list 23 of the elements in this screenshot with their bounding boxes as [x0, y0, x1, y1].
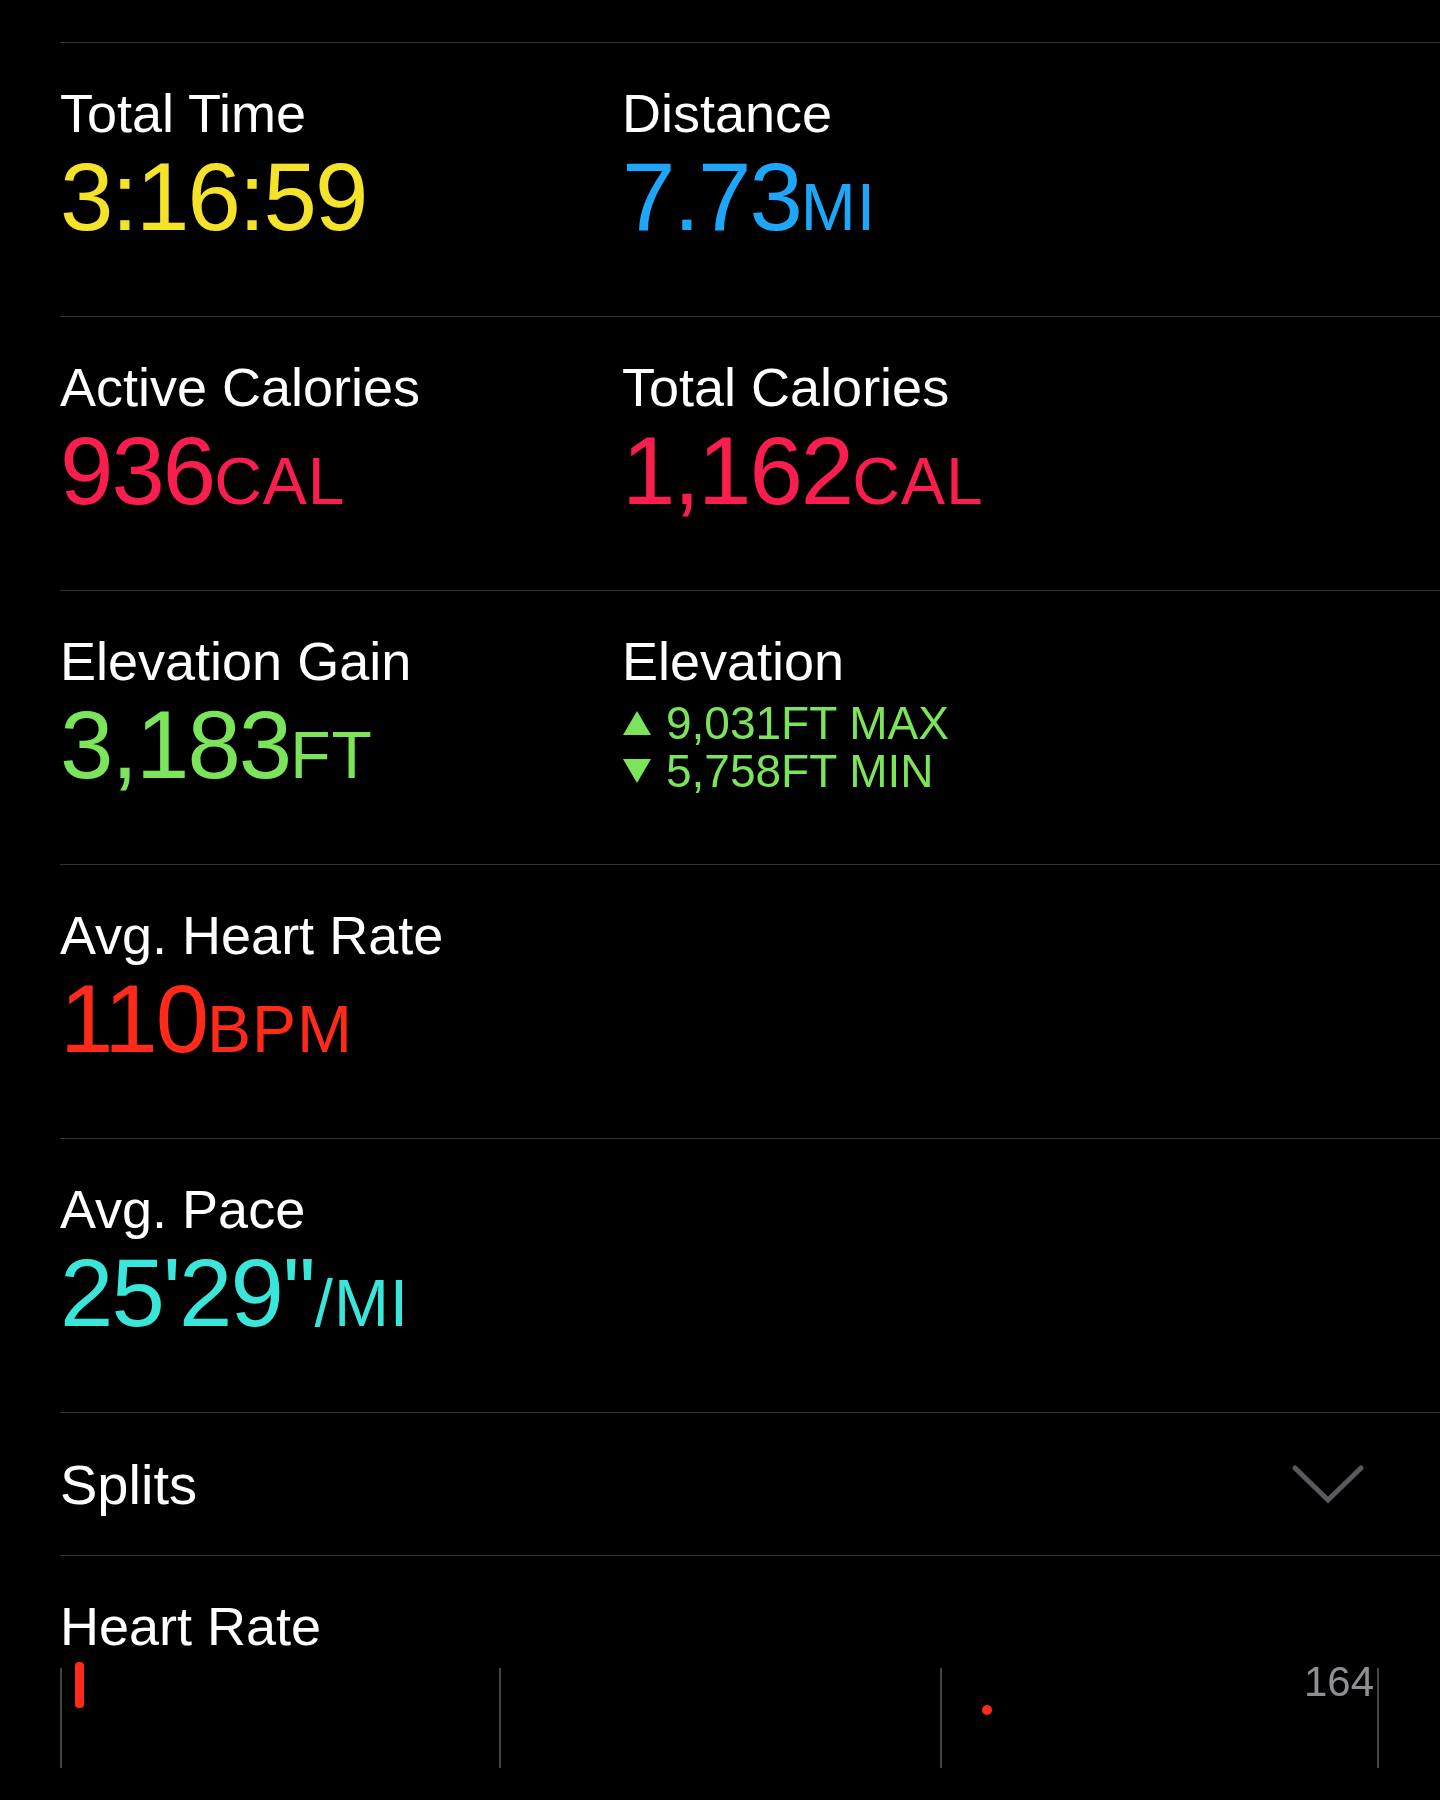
- chart-title: Heart Rate: [60, 1595, 323, 1658]
- metric-label: Total Calories: [622, 356, 950, 419]
- metric-label: Active Calories: [60, 356, 421, 419]
- metric-value: 110BPM: [60, 967, 354, 1074]
- elevation-reading: 5,758FT MIN: [666, 747, 934, 795]
- metric-value: 3:16:59: [60, 145, 367, 249]
- metric-label: Elevation: [622, 630, 845, 693]
- elevation-reading: 9,031FT MAX: [666, 699, 949, 747]
- metric-label: Distance: [622, 82, 833, 145]
- metric-value: 1,162CAL: [622, 419, 984, 526]
- metric-label: Avg. Heart Rate: [60, 904, 444, 967]
- up-triangle-icon: [622, 709, 652, 737]
- metric-value: 3,183FT: [60, 693, 373, 800]
- metric-label: Avg. Pace: [60, 1178, 306, 1241]
- splits-label: Splits: [60, 1451, 197, 1517]
- axis-label: 164: [1303, 1658, 1374, 1706]
- metric-value: 7.73MI: [622, 145, 877, 252]
- metric-label: Elevation Gain: [60, 630, 412, 693]
- down-triangle-icon: [622, 757, 652, 785]
- chevron-icon[interactable]: [1292, 1464, 1364, 1504]
- metric-value: 25'29''/MI: [60, 1241, 410, 1348]
- metric-label: Total Time: [60, 82, 307, 145]
- metric-value: 936CAL: [60, 419, 346, 526]
